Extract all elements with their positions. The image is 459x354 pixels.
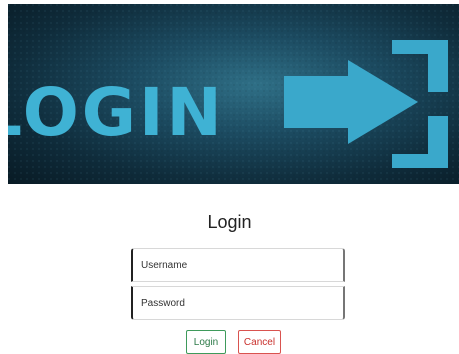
cancel-button[interactable]: Cancel xyxy=(238,330,281,354)
login-button[interactable]: Login xyxy=(186,330,226,354)
username-input[interactable] xyxy=(131,248,345,282)
password-input[interactable] xyxy=(131,286,345,320)
form-title: Login xyxy=(207,212,252,232)
login-banner-image: LOGIN xyxy=(8,4,459,184)
banner-login-text: LOGIN xyxy=(8,74,225,151)
